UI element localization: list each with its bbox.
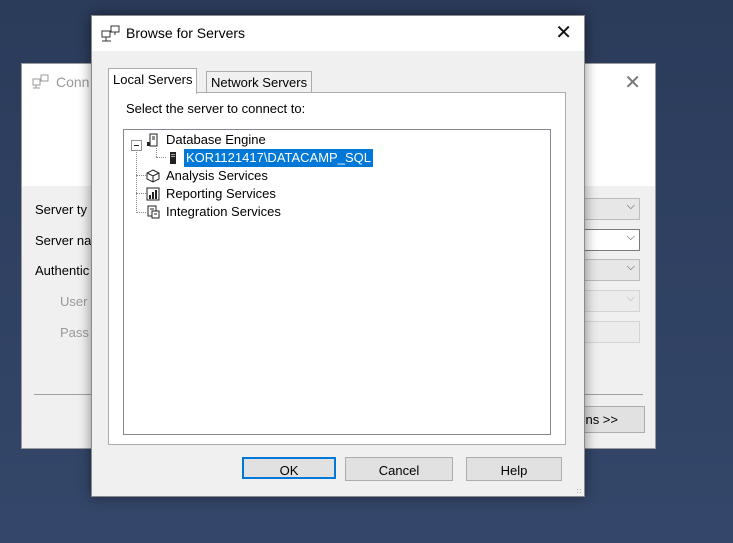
tree-item-label: Integration Services [166,204,281,219]
cube-icon [146,169,160,183]
server-name-combo[interactable]: ⌵ [582,229,640,251]
options-button[interactable]: ns >> [582,406,645,433]
user-combo: ⌵ [582,290,640,312]
server-type-label: Server ty [35,202,88,217]
resize-grip[interactable] [576,488,582,494]
chevron-down-icon: ⌵ [626,231,635,243]
tree-item-label: KOR1121417\DATACAMP_SQL [184,149,373,167]
password-label: Pass [60,325,89,340]
browse-for-servers-dialog: Browse for Servers ✕ Local Servers Netwo… [91,15,585,497]
help-button[interactable]: Help [466,457,562,481]
instruction-label: Select the server to connect to: [126,101,306,116]
tree-connector [136,193,146,194]
connect-window-title: Conn [56,74,90,90]
authentication-label: Authentic [35,263,90,278]
collapse-icon[interactable] [131,140,142,151]
chevron-down-icon: ⌵ [626,261,635,273]
close-icon[interactable]: ✕ [555,20,572,45]
server-name-label: Server na [35,233,92,248]
database-engine-icon [147,133,158,147]
tree-item-label: Database Engine [166,132,266,147]
ok-button[interactable]: OK [242,457,336,479]
authentication-combo[interactable]: ⌵ [582,259,640,281]
close-icon[interactable]: ✕ [624,70,641,95]
chevron-down-icon: ⌵ [626,200,635,212]
server-type-combo[interactable]: ⌵ [582,198,640,220]
chevron-down-icon: ⌵ [626,292,635,304]
tree-connector [136,149,137,213]
tree-item-label: Reporting Services [166,186,276,201]
server-connect-icon [32,74,49,89]
report-icon [146,187,160,201]
dialog-titlebar: Browse for Servers ✕ [92,16,584,51]
cancel-button[interactable]: Cancel [345,457,453,481]
tree-connector [136,175,146,176]
tree-item-label: Analysis Services [166,168,268,183]
local-servers-panel: Select the server to connect to: Databas… [108,92,566,445]
server-tree[interactable]: Database Engine KOR1121417\DATACAMP_SQL … [123,129,551,435]
integration-icon [147,205,160,219]
dialog-title: Browse for Servers [126,25,246,41]
tree-connector [156,157,166,158]
password-field [582,321,640,343]
tree-connector [136,212,146,213]
tab-local-servers[interactable]: Local Servers [108,68,198,94]
tab-network-servers[interactable]: Network Servers [206,71,313,94]
tree-connector [156,148,157,157]
server-connect-icon [101,25,120,42]
server-icon [170,152,176,164]
user-label: User [60,294,88,309]
